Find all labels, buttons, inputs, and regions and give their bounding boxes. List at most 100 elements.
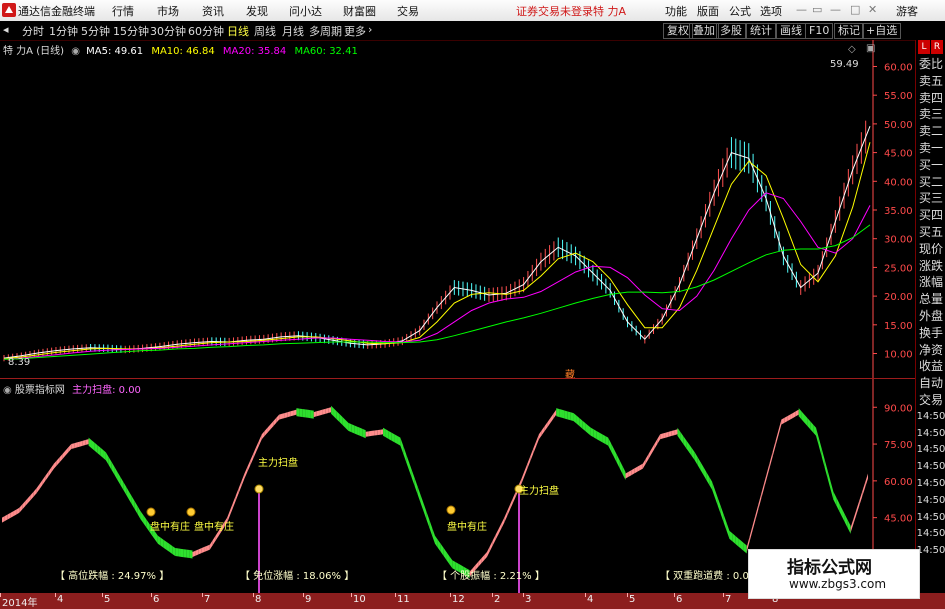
close-panel-icon[interactable]: ▣ (866, 43, 875, 54)
indicator-segment (123, 481, 127, 495)
indicator-segment (668, 430, 672, 437)
tab-30min[interactable]: 30分钟 (150, 23, 186, 39)
menu-item-layout[interactable]: 版面 (697, 3, 719, 19)
tab-monthly[interactable]: 月线 (282, 23, 304, 39)
draw-line-button[interactable]: 画线 (776, 23, 806, 39)
watermark-url: www.zbgs3.com (789, 577, 887, 591)
annotation-label: 盘中有庄 (194, 522, 234, 533)
minimize-icon[interactable]: — (796, 3, 807, 16)
overlay-button[interactable]: 叠加 (689, 23, 719, 39)
add-watchlist-button[interactable]: +自选 (862, 23, 902, 39)
indicator-segment (143, 515, 147, 528)
indicator-segment (628, 470, 632, 477)
tab-intraday[interactable]: 分时 (22, 23, 44, 39)
indicator-segment (39, 480, 43, 490)
indicator-segment (411, 470, 415, 487)
indicator-segment (807, 417, 811, 430)
indicator-segment (339, 414, 343, 426)
ma-settings-icon[interactable]: ◉ (71, 46, 80, 57)
price-chart[interactable]: 60.00 55.00 50.00 45.00 40.00 35.00 30.00 25.00… (0, 40, 915, 378)
minimize-window-icon[interactable]: — (830, 3, 841, 16)
indicator-segment (709, 476, 713, 490)
stock-name-header: 特 力A (593, 5, 627, 18)
time-axis-label: 7 (725, 594, 732, 605)
tab-multi-period[interactable]: 多周期 (309, 23, 342, 39)
menu-item-formula[interactable]: 公式 (729, 3, 751, 19)
tab-weekly[interactable]: 周线 (254, 23, 276, 39)
close-icon[interactable]: ✕ (868, 3, 877, 16)
nav-arrow-icon[interactable]: ◂ (3, 23, 9, 36)
quote-field: 卖一 (918, 140, 943, 155)
menu-item-discover[interactable]: 发现 (246, 3, 268, 19)
indicator-segment (250, 453, 254, 466)
indicator-axis-label: 75.00 (884, 440, 913, 451)
annotation-label: 主力扫盘 (519, 486, 559, 497)
tab-15min[interactable]: 15分钟 (113, 23, 149, 39)
panel-l-tab[interactable]: L (918, 40, 930, 54)
indicator-settings-icon[interactable]: ◉ (3, 385, 12, 396)
time-axis-tick (102, 593, 103, 597)
time-axis-tick (55, 593, 56, 597)
quote-field-list: 委比 卖五 卖四 卖三 卖二 卖一 买一 买二 买三 买四 买五 现价 涨跌 涨幅 总量 外盘 换手 净资 收益 自动… (916, 56, 945, 560)
indicator-segment (810, 421, 814, 433)
menu-item-quotes[interactable]: 行情 (112, 3, 134, 19)
guest-label[interactable]: 游客 (896, 3, 918, 19)
maximize-icon[interactable]: □ (850, 3, 860, 16)
indicator-segment (100, 447, 104, 458)
statistics-button[interactable]: 统计 (746, 23, 776, 39)
menu-item-function[interactable]: 功能 (665, 3, 687, 19)
annotation-label: 盘中有庄 (447, 522, 487, 533)
menu-item-trade[interactable]: 交易 (397, 3, 419, 19)
indicator-segment (172, 545, 176, 557)
stat-low-rise: 【 免位涨幅 : 18.06% 】 (240, 571, 355, 582)
quote-panel: L R 委比 卖五 卖四 卖三 卖二 卖一 买一 买二 买三 买四 买五 现价 涨跌 涨幅 总量 外盘 换手 净资… (915, 40, 945, 593)
indicator-segment (686, 440, 690, 453)
tab-daily[interactable]: 日线 (227, 23, 249, 39)
menu-item-wealth[interactable]: 财富圈 (343, 3, 376, 19)
chart-legend: 特 力A (日线) ◉ MA5: 49.61 MA10: 46.84 MA20:… (3, 42, 358, 57)
indicator-segment (10, 511, 14, 518)
indicator-segment (769, 451, 773, 468)
menu-item-news[interactable]: 资讯 (202, 3, 224, 19)
indicator-segment (336, 411, 340, 423)
indicator-segment (129, 491, 132, 505)
menu-item-ask[interactable]: 问小达 (289, 3, 322, 19)
tab-60min[interactable]: 60分钟 (188, 23, 224, 39)
high-price-label: 59.49 (830, 59, 859, 70)
indicator-segment (68, 444, 72, 453)
indicator-segment (195, 549, 199, 556)
menu-item-options[interactable]: 选项 (760, 3, 782, 19)
multi-stock-button[interactable]: 多股 (716, 23, 746, 39)
menu-item-market[interactable]: 市场 (157, 3, 179, 19)
indicator-segment (683, 435, 687, 449)
time-axis-label: 10 (353, 594, 366, 605)
indicator-segment (602, 434, 606, 444)
f10-button[interactable]: F10 (805, 23, 834, 39)
quote-field: 卖五 (918, 73, 943, 88)
more-chevron-icon[interactable]: › (368, 23, 372, 36)
indicator-segment (198, 548, 202, 555)
indicator-segment (732, 533, 736, 544)
mark-button[interactable]: 标记 (834, 23, 864, 39)
indicator-segment (241, 473, 245, 486)
panel-r-tab[interactable]: R (931, 40, 943, 54)
indicator-segment (91, 440, 95, 451)
indicator-axis-label: 90.00 (884, 403, 913, 414)
indicator-segment (862, 482, 866, 497)
indicator-segment (536, 434, 539, 447)
window-mode-icon[interactable]: ▭ (812, 3, 822, 16)
indicator-segment (345, 420, 349, 431)
tab-more[interactable]: 更多 (344, 23, 366, 39)
tab-5min[interactable]: 5分钟 (81, 23, 110, 39)
indicator-segment (126, 486, 130, 500)
indicator-segment (784, 416, 788, 423)
indicator-segment (437, 539, 441, 552)
indicator-segment (613, 449, 617, 463)
signal-coin-icon (446, 505, 456, 515)
indicator-segment (556, 408, 560, 417)
diamond-icon[interactable]: ◇ (848, 44, 856, 55)
indicator-segment (325, 408, 329, 414)
price-axis-label: 30.00 (884, 235, 913, 246)
tab-1min[interactable]: 1分钟 (49, 23, 78, 39)
indicator-segment (328, 407, 332, 414)
